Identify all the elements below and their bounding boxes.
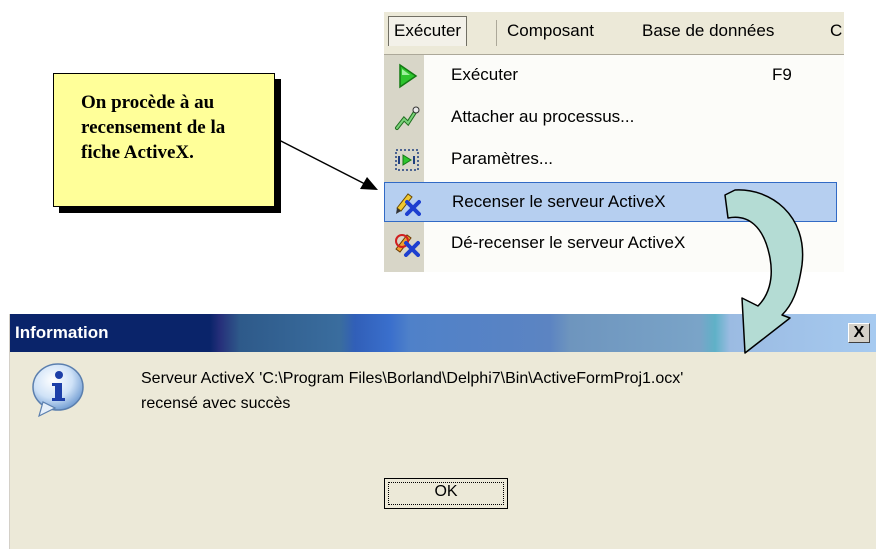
menubar-item-base-de-donnees[interactable]: Base de données <box>642 21 774 41</box>
ok-button[interactable]: OK <box>384 478 508 509</box>
close-button[interactable]: X <box>848 323 870 343</box>
ok-button-label: OK <box>434 483 458 500</box>
run-menu: Exécuter Composant Base de données C Exé… <box>384 12 844 272</box>
menu-item-label: Paramètres... <box>451 149 554 168</box>
parameters-icon <box>395 149 419 171</box>
register-activex-icon <box>396 193 421 216</box>
menu-item-de-recenser[interactable]: Dé-recenser le serveur ActiveX <box>384 224 837 264</box>
close-icon: X <box>853 324 865 341</box>
message-line-2: recensé avec succès <box>141 395 291 412</box>
dialog-title-bar[interactable]: Information X <box>10 314 876 352</box>
menubar-item-executer[interactable]: Exécuter <box>388 16 468 46</box>
attach-icon <box>395 106 420 130</box>
menubar-item-truncated[interactable]: C <box>830 21 842 41</box>
menubar-item-composant[interactable]: Composant <box>507 21 594 41</box>
dialog-title: Information <box>15 323 109 342</box>
menu-item-recenser[interactable]: Recenser le serveur ActiveX <box>384 182 837 222</box>
menu-item-label: Recenser le serveur ActiveX <box>452 192 666 211</box>
menu-item-label: Exécuter <box>451 65 519 84</box>
menu-item-shortcut: F9 <box>772 65 792 84</box>
information-icon <box>32 363 84 418</box>
menu-item-parametres[interactable]: Paramètres... <box>384 140 837 180</box>
information-dialog: Information X Serveur ActiveX 'C:\Progra… <box>9 314 876 549</box>
dialog-message: Serveur ActiveX 'C:\Program Files\Borlan… <box>141 366 683 416</box>
menu-item-executer[interactable]: Exécuter F9 <box>384 56 837 96</box>
run-icon <box>399 63 418 89</box>
menu-item-label: Dé-recenser le serveur ActiveX <box>451 233 686 252</box>
menubar-separator <box>496 20 497 46</box>
menu-dropdown: Exécuter F9 Attacher au processus... Par… <box>384 55 844 272</box>
callout-box: On procède à au recensement de la fiche … <box>53 73 275 207</box>
unregister-activex-icon <box>395 234 420 257</box>
callout-line-3: fiche ActiveX. <box>81 142 194 163</box>
menu-bar: Exécuter Composant Base de données C <box>384 12 844 55</box>
message-line-1: Serveur ActiveX 'C:\Program Files\Borlan… <box>141 370 684 387</box>
callout-line-2: recensement de la <box>81 117 226 138</box>
menu-item-attacher[interactable]: Attacher au processus... <box>384 98 837 138</box>
callout-pointer-arrow <box>274 137 378 190</box>
callout-line-1: On procède à au <box>81 92 215 113</box>
menu-item-label: Attacher au processus... <box>451 107 635 126</box>
